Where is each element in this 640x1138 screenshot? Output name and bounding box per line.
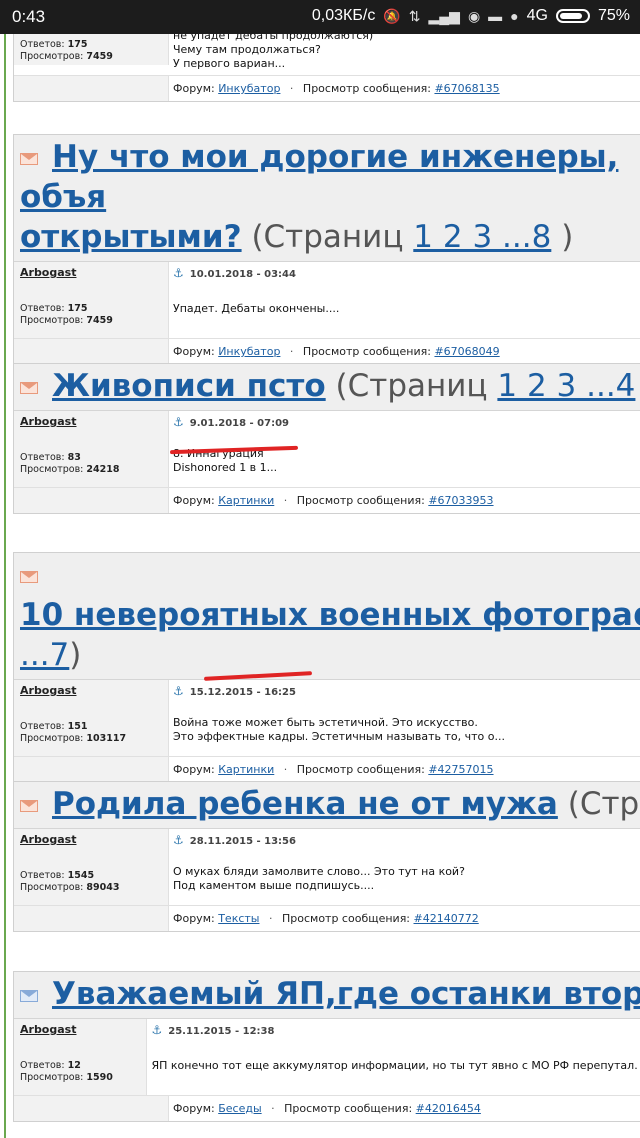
- envelope-icon: [20, 799, 38, 812]
- app-icon: ◉: [467, 7, 481, 24]
- mute-icon: 🔕: [383, 7, 401, 24]
- page-content: Ответов: 175 Просмотров: 7459 не упадет …: [0, 34, 640, 1138]
- post-title: Родила ребенка не от мужа (Страни: [14, 782, 640, 829]
- replies-count: 175: [67, 39, 88, 50]
- topic-link-cont[interactable]: открытыми?: [20, 219, 242, 255]
- message-link[interactable]: #42016454: [416, 1102, 481, 1115]
- post-footer: Форум: Тексты · Просмотр сообщения: #421…: [173, 912, 479, 925]
- topic-link[interactable]: Родила ребенка не от мужа: [52, 786, 558, 822]
- post-date: 10.01.2018 - 03:44: [189, 269, 296, 280]
- views-count: 24218: [86, 464, 120, 475]
- forum-link[interactable]: Тексты: [218, 912, 259, 925]
- battery-percent: 75%: [597, 7, 630, 24]
- emoji-icon: ●: [510, 8, 519, 24]
- flag-icon: ▬: [488, 8, 503, 24]
- replies-count: 12: [67, 1060, 81, 1071]
- views-count: 89043: [86, 882, 120, 893]
- anchor-icon[interactable]: ⚓: [173, 684, 184, 698]
- post-footer: Форум: Инкубатор · Просмотр сообщения: #…: [173, 82, 500, 95]
- post-date: 15.12.2015 - 16:25: [189, 687, 296, 698]
- post-4: Родила ребенка не от мужа (Страни Arboga…: [13, 781, 640, 932]
- topic-link[interactable]: 10 невероятных военных фотографи: [20, 597, 640, 633]
- envelope-icon: [20, 570, 38, 583]
- views-count: 7459: [86, 315, 113, 326]
- anchor-icon[interactable]: ⚓: [173, 415, 184, 429]
- forum-link[interactable]: Картинки: [218, 494, 274, 507]
- post-5: Уважаемый ЯП,где останки второго Arbogas…: [13, 971, 640, 1122]
- post-date: 28.11.2015 - 13:56: [189, 836, 296, 847]
- status-bar: 0:43 0,03КБ/с 🔕 ⇅ ▂▄▆ ◉ ▬ ● 4G 75%: [0, 0, 640, 34]
- author-link[interactable]: Arbogast: [20, 833, 76, 846]
- net-speed: 0,03КБ/с: [311, 7, 376, 24]
- status-right: 0,03КБ/с 🔕 ⇅ ▂▄▆ ◉ ▬ ● 4G 75%: [312, 7, 630, 25]
- message-preview: ЯП конечно тот еще аккумулятор информаци…: [151, 1059, 640, 1072]
- post-3: 10 невероятных военных фотографи ...7) A…: [13, 552, 640, 783]
- post-0: Ответов: 175 Просмотров: 7459 не упадет …: [13, 34, 640, 102]
- signal-icon: ▂▄▆: [428, 7, 460, 24]
- views-count: 103117: [86, 733, 127, 744]
- replies-count: 1545: [67, 870, 95, 881]
- forum-link[interactable]: Беседы: [218, 1102, 261, 1115]
- message-preview: не упадет дебаты продолжаются) Чему там …: [173, 34, 374, 70]
- left-border: [4, 34, 6, 1138]
- message-link[interactable]: #42140772: [414, 912, 479, 925]
- post-footer: Форум: Беседы · Просмотр сообщения: #420…: [173, 1102, 481, 1115]
- message-preview: О муках бляди замолвите слово... Это тут…: [173, 865, 465, 892]
- battery-icon: [555, 9, 590, 23]
- author-link[interactable]: Arbogast: [20, 684, 76, 697]
- post-date: 25.11.2015 - 12:38: [168, 1026, 275, 1037]
- anchor-icon[interactable]: ⚓: [173, 833, 184, 847]
- message-link[interactable]: #67033953: [428, 494, 493, 507]
- post-1: Ну что мои дорогие инженеры, объя открыт…: [13, 134, 640, 365]
- replies-count: 151: [67, 721, 88, 732]
- message-link[interactable]: #67068049: [434, 345, 499, 358]
- author-link[interactable]: Arbogast: [20, 1023, 76, 1036]
- views-count: 7459: [86, 51, 113, 62]
- envelope-icon: [20, 989, 38, 1002]
- forum-link[interactable]: Инкубатор: [218, 82, 280, 95]
- author-link[interactable]: Arbogast: [20, 266, 76, 279]
- pages-links[interactable]: ...7: [20, 637, 69, 673]
- status-time: 0:43: [12, 7, 46, 26]
- post-footer: Форум: Картинки · Просмотр сообщения: #4…: [173, 763, 494, 776]
- message-link[interactable]: #67068135: [434, 82, 499, 95]
- data-arrows-icon: ⇅: [408, 7, 421, 24]
- message-link[interactable]: #42757015: [428, 763, 493, 776]
- topic-link[interactable]: Живописи псто: [52, 368, 326, 404]
- forum-link[interactable]: Картинки: [218, 763, 274, 776]
- topic-link[interactable]: Уважаемый ЯП,где останки второго: [52, 976, 640, 1012]
- anchor-icon[interactable]: ⚓: [151, 1023, 162, 1037]
- anchor-icon[interactable]: ⚓: [173, 266, 184, 280]
- post-title: Уважаемый ЯП,где останки второго: [14, 972, 640, 1019]
- post-title: 10 невероятных военных фотографи ...7): [14, 553, 640, 680]
- forum-link[interactable]: Инкубатор: [218, 345, 280, 358]
- post-title: Ну что мои дорогие инженеры, объя открыт…: [14, 135, 640, 262]
- post-title: Живописи псто (Страниц 1 2 3 ...4 ): [14, 364, 640, 411]
- post-date: 9.01.2018 - 07:09: [189, 418, 290, 429]
- message-preview: Упадет. Дебаты окончены....: [173, 302, 340, 315]
- author-link[interactable]: Arbogast: [20, 415, 76, 428]
- replies-count: 83: [67, 452, 81, 463]
- message-preview: Война тоже может быть эстетичной. Это ис…: [173, 716, 505, 743]
- topic-link[interactable]: Ну что мои дорогие инженеры, объя: [20, 139, 618, 215]
- post-footer: Форум: Инкубатор · Просмотр сообщения: #…: [173, 345, 500, 358]
- network-type: 4G: [526, 7, 548, 24]
- envelope-icon: [20, 381, 38, 394]
- envelope-icon: [20, 152, 38, 165]
- post-footer: Форум: Картинки · Просмотр сообщения: #6…: [173, 494, 494, 507]
- pages-links[interactable]: 1 2 3 ...4: [497, 368, 635, 404]
- post-2: Живописи псто (Страниц 1 2 3 ...4 ) Arbo…: [13, 363, 640, 514]
- views-count: 1590: [86, 1072, 113, 1083]
- replies-count: 175: [67, 303, 88, 314]
- pages-links[interactable]: 1 2 3 ...8: [413, 219, 551, 255]
